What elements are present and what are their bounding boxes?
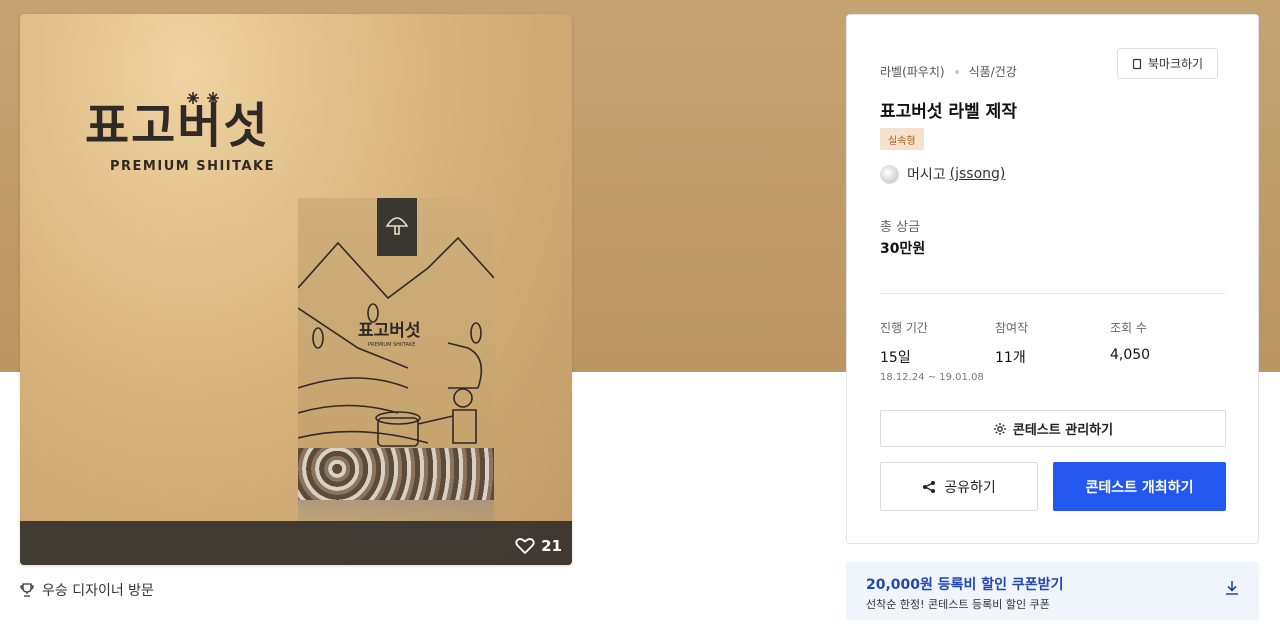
views-label: 조회 수	[1110, 321, 1147, 335]
bookmark-icon	[1132, 58, 1141, 69]
author[interactable]: 머시고 (jssong)	[880, 164, 1005, 184]
stat-entries: 참여작 11개	[995, 319, 1028, 367]
share-button[interactable]: 공유하기	[880, 462, 1038, 511]
manage-contest-button[interactable]: 콘테스트 관리하기	[880, 410, 1226, 447]
coupon-banner[interactable]: 20,000원 등록비 할인 쿠폰받기 선착순 한정! 콘테스트 등록비 할인 …	[846, 562, 1259, 620]
stat-views: 조회 수 4,050	[1110, 319, 1150, 363]
avatar	[880, 164, 899, 184]
duration-label: 진행 기간	[880, 321, 928, 335]
bookmark-label: 북마크하기	[1147, 57, 1204, 71]
award-link[interactable]: 우승 디자이너 방문	[20, 580, 154, 600]
tier-badge: 실속형	[880, 128, 924, 150]
like-bar: 21	[20, 521, 572, 565]
author-id-link[interactable]: (jssong)	[950, 166, 1006, 182]
gear-icon	[993, 422, 1006, 435]
coupon-title: 20,000원 등록비 할인 쿠폰받기	[866, 577, 1064, 593]
prize-label: 총 상금	[880, 220, 921, 235]
prize-value: 30만원	[880, 241, 926, 257]
breadcrumb: 라벨(파우치) 식품/건강	[880, 63, 1017, 80]
mushroom-window	[298, 448, 494, 500]
author-name: 머시고	[907, 167, 946, 183]
brand-stars-icon	[187, 92, 219, 104]
award-label: 우승 디자이너 방문	[42, 583, 154, 599]
duration-value: 15일	[880, 350, 911, 366]
mushroom-icon	[385, 217, 409, 235]
stat-duration: 진행 기간 15일 18.12.24 ~ 19.01.08	[880, 319, 984, 383]
product-image[interactable]: 표고버섯 PREMIUM SHIITAKE 표고버섯 PREMIUM SHIIT…	[20, 14, 572, 565]
package-subtitle: PREMIUM SHIITAKE	[368, 342, 416, 348]
bookmark-button[interactable]: 북마크하기	[1117, 48, 1218, 79]
share-label: 공유하기	[944, 479, 996, 496]
like-count: 21	[541, 537, 562, 555]
manage-label: 콘테스트 관리하기	[1012, 423, 1114, 438]
breadcrumb-separator	[954, 69, 959, 74]
share-icon	[923, 480, 936, 493]
divider	[880, 293, 1225, 294]
like-button[interactable]: 21	[515, 537, 562, 555]
heart-icon	[515, 538, 535, 554]
contest-info-panel: 라벨(파우치) 식품/건강 북마크하기 표고버섯 라벨 제작 실속형 머시고 (…	[846, 14, 1259, 544]
entries-label: 참여작	[995, 321, 1029, 335]
download-icon[interactable]	[1225, 580, 1239, 596]
package-title: 표고버섯	[358, 321, 421, 341]
entries-value: 11개	[995, 350, 1026, 366]
category-primary[interactable]: 라벨(파우치)	[880, 63, 945, 80]
trophy-icon	[20, 583, 34, 597]
brand-title: 표고버섯	[85, 98, 270, 154]
views-value: 4,050	[1110, 347, 1151, 363]
contest-title: 표고버섯 라벨 제작	[880, 102, 1017, 122]
product-package: 표고버섯 PREMIUM SHIITAKE	[298, 198, 494, 500]
category-secondary[interactable]: 식품/건강	[969, 63, 1017, 80]
host-contest-button[interactable]: 콘테스트 개최하기	[1053, 462, 1226, 511]
brand-subtitle: PREMIUM SHIITAKE	[110, 159, 276, 174]
duration-range: 18.12.24 ~ 19.01.08	[880, 372, 984, 383]
coupon-subtitle: 선착순 한정! 콘테스트 등록비 할인 쿠폰	[866, 598, 1050, 611]
package-logo	[377, 198, 417, 256]
